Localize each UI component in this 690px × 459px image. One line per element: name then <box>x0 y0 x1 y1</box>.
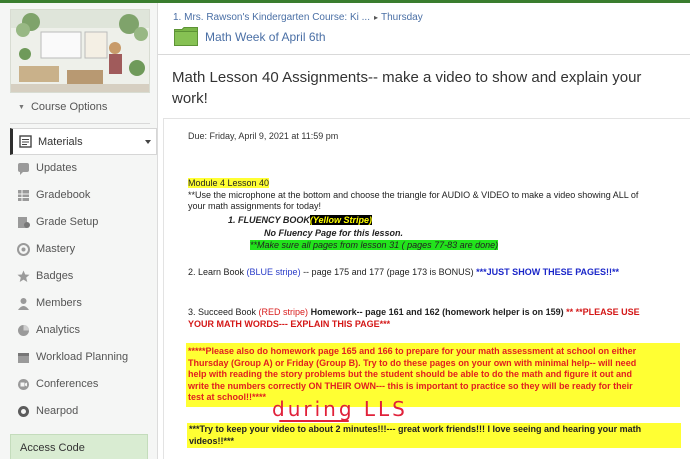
module-heading: Module 4 Lesson 40 <box>188 178 270 189</box>
learn-line: 2. Learn Book (BLUE stripe) -- page 175 … <box>188 267 619 278</box>
gradebook-icon <box>17 189 30 202</box>
nearpod-icon <box>17 405 30 418</box>
access-code-label: Access Code <box>20 442 85 454</box>
sidebar-item-label: Conferences <box>36 378 99 390</box>
fluency-label: 1. FLUENCY BOOK <box>228 215 310 225</box>
course-options-toggle[interactable]: ▼ Course Options <box>18 101 107 113</box>
succeed-note-2: YOUR MATH WORDS--- EXPLAIN THIS PAGE*** <box>188 319 391 329</box>
succeed-line: 3. Succeed Book (RED stripe) Homework-- … <box>188 307 640 318</box>
intro-line-2: your math assignments for today! <box>188 201 322 211</box>
sidebar-item-label: Workload Planning <box>36 351 129 363</box>
succeed-pages: Homework-- page 161 and 162 (homework he… <box>308 307 567 317</box>
breadcrumb-course-link[interactable]: 1. Mrs. Rawson's Kindergarten Course: Ki… <box>173 12 370 23</box>
fluency-stripe: (Yellow Stripe) <box>309 215 373 225</box>
closing-line-2: videos!!*** <box>189 435 235 446</box>
sidebar-item-label: Members <box>36 297 82 309</box>
divider <box>10 123 150 124</box>
sidebar-item-mastery[interactable]: Mastery <box>17 241 157 261</box>
sidebar-item-updates[interactable]: Updates <box>17 160 157 180</box>
due-date: Due: Friday, April 9, 2021 at 11:59 pm <box>188 131 339 141</box>
homework-line-2: Thursday (Group A) or Friday (Group B). … <box>188 357 637 368</box>
page-title: Math Lesson 40 Assignments-- make a vide… <box>172 69 642 107</box>
sidebar-item-materials[interactable]: Materials <box>10 128 157 155</box>
fluency-check-note: **Make sure all pages from lesson 31 ( p… <box>250 240 499 250</box>
sidebar-item-label: Analytics <box>36 324 81 336</box>
succeed-stripe: (RED stripe) <box>258 307 309 317</box>
workload-planning-icon <box>17 351 30 364</box>
sidebar-item-workload-planning[interactable]: Workload Planning <box>17 349 157 369</box>
access-code-button[interactable]: Access Code <box>10 434 148 459</box>
grade-setup-icon <box>17 216 30 229</box>
fluency-line: 1. FLUENCY BOOK(Yellow Stripe) <box>228 215 373 226</box>
closing-note: ***Try to keep your video to about 2 min… <box>187 423 681 448</box>
intro-line-1: **Use the microphone at the bottom and c… <box>188 190 639 200</box>
succeed-label: 3. Succeed Book <box>188 307 259 317</box>
learn-label: 2. Learn Book <box>188 267 247 277</box>
mastery-icon <box>17 243 30 256</box>
sidebar-item-gradebook[interactable]: Gradebook <box>17 187 157 207</box>
learn-note: ***JUST SHOW THESE PAGES!!** <box>476 267 620 277</box>
triangle-down-icon: ▼ <box>18 104 25 111</box>
badges-icon <box>17 270 30 283</box>
sidebar-item-label: Updates <box>36 162 77 174</box>
assignment-body <box>163 118 690 459</box>
updates-icon <box>17 162 30 175</box>
sidebar-item-grade-setup[interactable]: Grade Setup <box>17 214 157 234</box>
learn-stripe: (BLUE stripe) <box>246 267 301 277</box>
folder-icon <box>174 27 198 51</box>
analytics-icon <box>17 324 30 337</box>
sidebar-item-conferences[interactable]: Conferences <box>17 376 157 396</box>
module-label: Module 4 Lesson 40 <box>188 178 270 188</box>
sidebar-item-analytics[interactable]: Analytics <box>17 322 157 342</box>
folder-title-link[interactable]: Math Week of April 6th <box>205 30 326 44</box>
sidebar-item-badges[interactable]: Badges <box>17 268 157 288</box>
course-options-label: Course Options <box>30 101 108 113</box>
sidebar-item-label: Badges <box>36 270 74 282</box>
homework-line-5: test at school!!**** <box>188 392 267 402</box>
fluency-note: No Fluency Page for this lesson. <box>264 228 404 238</box>
sidebar-item-members[interactable]: Members <box>17 295 157 315</box>
materials-icon <box>19 135 32 153</box>
homework-highlight: *****Please also do homework page 165 an… <box>186 343 680 407</box>
sidebar: ▼ Course Options Materials Updates Gradeb… <box>0 3 158 459</box>
course-image[interactable] <box>10 9 150 93</box>
members-icon <box>17 297 30 310</box>
breadcrumb-arrow-icon: ▸ <box>374 13 379 22</box>
sidebar-item-label: Grade Setup <box>36 216 99 228</box>
breadcrumb-folder-link[interactable]: Thursday <box>381 12 423 23</box>
homework-line-3: help with reading the story problems but… <box>188 369 633 379</box>
handwritten-underline <box>279 420 349 422</box>
breadcrumb: 1. Mrs. Rawson's Kindergarten Course: Ki… <box>173 12 423 23</box>
learn-pages: -- page 175 and 177 (page 173 is BONUS) <box>300 267 477 277</box>
handwritten-annotation: during LLS <box>272 397 408 421</box>
homework-line-4: write the numbers correctly ON THEIR OWN… <box>188 380 633 391</box>
chevron-down-icon[interactable] <box>145 140 151 144</box>
sidebar-item-label: Mastery <box>36 243 76 255</box>
conferences-icon <box>17 378 30 391</box>
homework-line-1: *****Please also do homework page 165 an… <box>188 346 637 356</box>
sidebar-item-label: Materials <box>38 136 83 148</box>
divider <box>158 54 690 55</box>
sidebar-item-label: Nearpod <box>36 405 79 417</box>
succeed-note-1: ** **PLEASE USE <box>566 307 640 317</box>
sidebar-item-label: Gradebook <box>36 189 91 201</box>
sidebar-item-nearpod[interactable]: Nearpod <box>17 403 157 423</box>
closing-line-1: ***Try to keep your video to about 2 min… <box>189 424 642 434</box>
